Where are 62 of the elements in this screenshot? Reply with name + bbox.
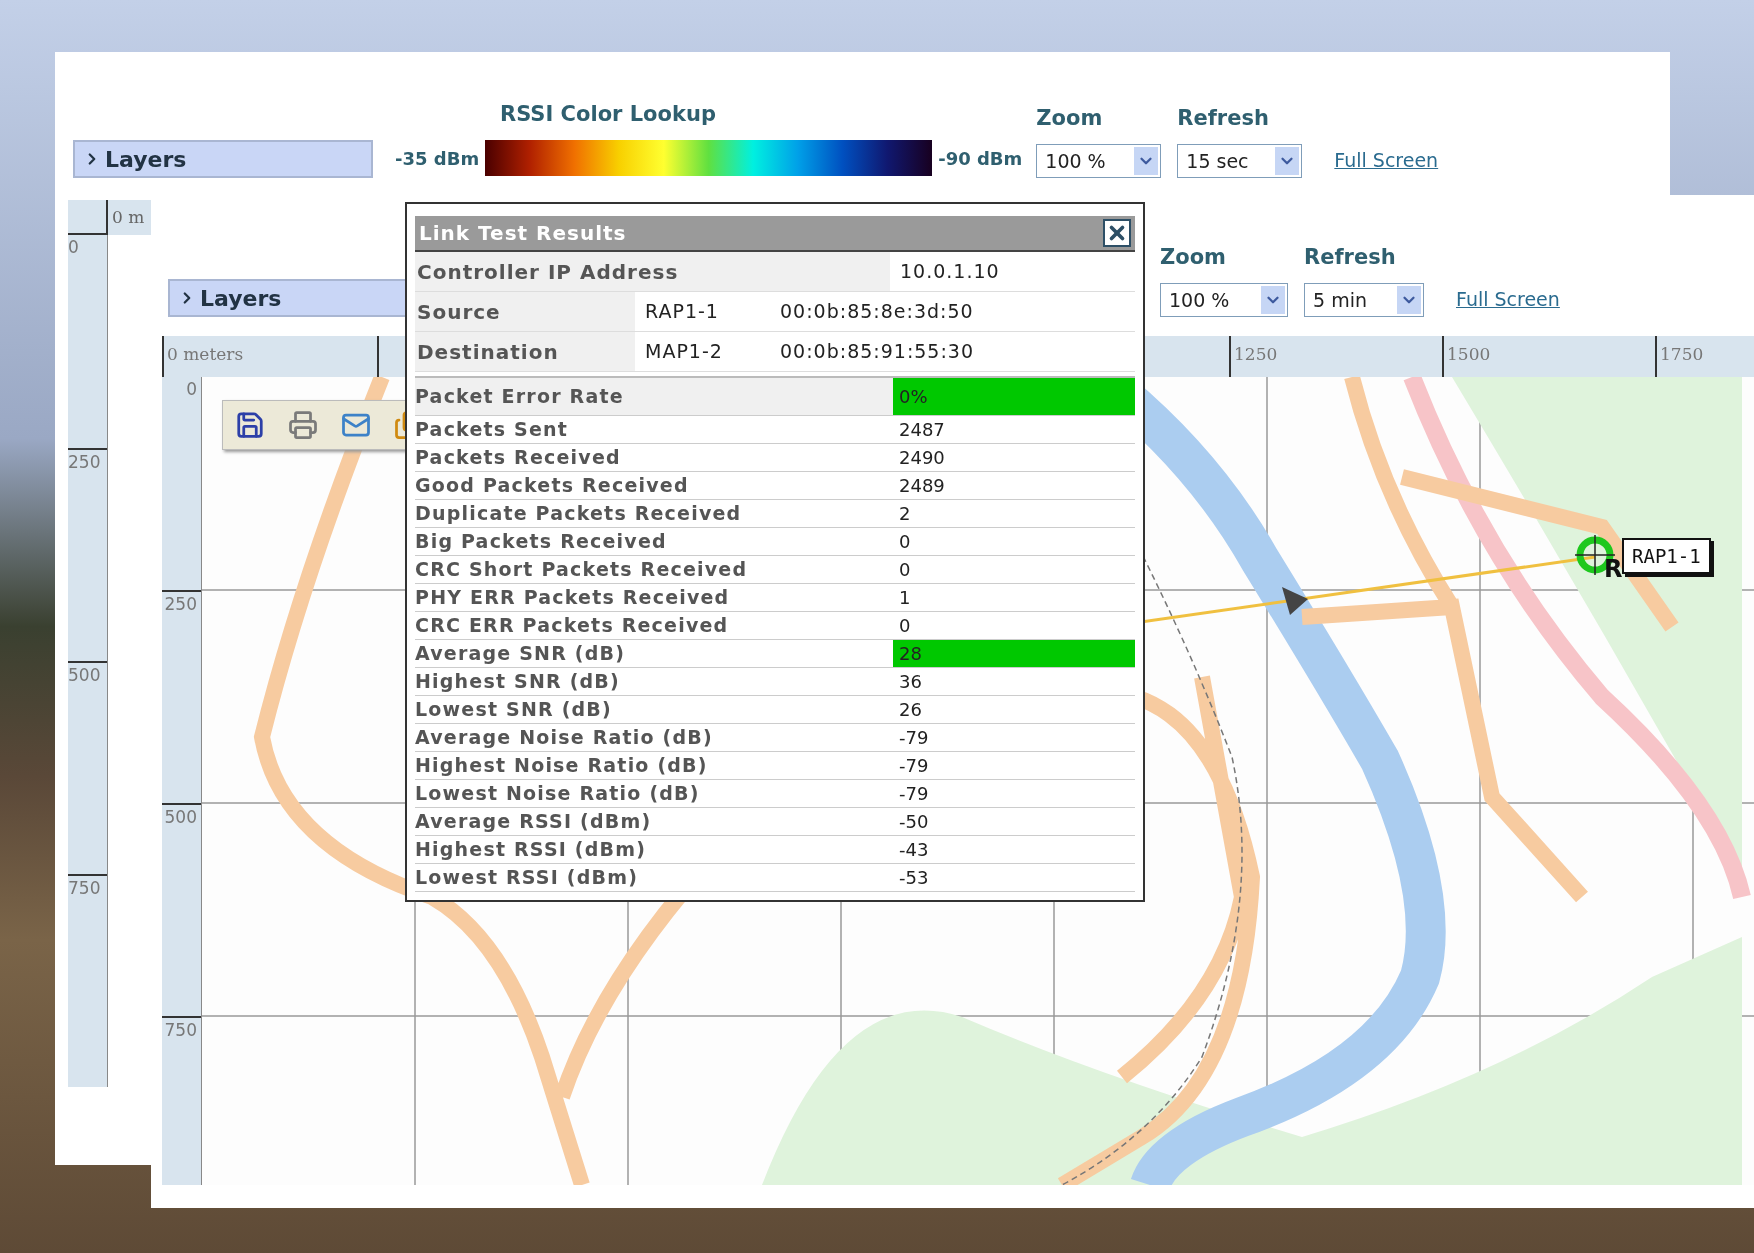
ruler-label: 250	[68, 452, 101, 472]
stat-label: PHY ERR Packets Received	[415, 585, 731, 610]
info-value: RAP1-1	[644, 299, 720, 325]
ruler-label: 1500	[1447, 344, 1491, 364]
refresh-label: Refresh	[1177, 104, 1270, 132]
info-value: 10.0.1.10	[899, 259, 1000, 285]
min-dbm-label: -35 dBm	[395, 146, 480, 171]
stat-label: Big Packets Received	[415, 529, 668, 554]
info-label: Controller IP Address	[415, 252, 890, 291]
stat-label: Lowest Noise Ratio (dB)	[415, 781, 701, 806]
stat-label: Average RSSI (dBm)	[415, 809, 653, 834]
direction-arrow-icon	[1282, 587, 1308, 615]
stat-label: CRC ERR Packets Received	[415, 613, 730, 638]
marker-letter: R	[1604, 557, 1623, 581]
refresh-label: Refresh	[1304, 243, 1397, 271]
stat-value: 0%	[893, 378, 1135, 415]
stat-label: Packets Received	[415, 445, 622, 470]
stat-value: 28	[893, 640, 1135, 667]
stat-label: Highest RSSI (dBm)	[415, 837, 648, 862]
ruler-label: 1750	[1660, 344, 1704, 364]
ruler-label: 1250	[1234, 344, 1278, 364]
ruler-label: 500	[164, 807, 197, 827]
info-value: 00:0b:85:91:55:30	[779, 339, 975, 365]
zoom-label: Zoom	[1036, 104, 1104, 132]
stat-label: Packets Sent	[415, 417, 570, 442]
stat-label: Good Packets Received	[415, 473, 690, 498]
info-value: 00:0b:85:8e:3d:50	[779, 299, 974, 325]
dropdown[interactable]: 5 min	[1304, 283, 1424, 317]
ruler-label: 250	[164, 594, 197, 614]
dropdown[interactable]: 100 %	[1160, 283, 1288, 317]
ruler-label: 750	[164, 1020, 197, 1040]
save-icon[interactable]	[234, 410, 265, 440]
ruler-label: 0	[186, 379, 197, 399]
ruler-label: 750	[68, 878, 101, 898]
layers-button[interactable]: Layers	[73, 140, 373, 178]
dialog-title: Link Test Results	[419, 220, 627, 247]
color-lookup-title: RSSI Color Lookup	[500, 100, 717, 128]
stat-label: Lowest RSSI (dBm)	[415, 865, 640, 890]
dropdown[interactable]: 15 sec	[1177, 144, 1303, 178]
print-icon[interactable]	[287, 410, 318, 440]
stat-label: Highest SNR (dB)	[415, 669, 621, 694]
info-value: MAP1-2	[644, 339, 724, 365]
info-label: Source	[415, 292, 635, 331]
zoom-label: Zoom	[1160, 243, 1227, 271]
stat-label: Packet Error Rate	[415, 384, 625, 409]
stat-label: Average Noise Ratio (dB)	[415, 725, 714, 750]
ruler-label: 0 m	[112, 205, 145, 229]
info-label: Destination	[415, 332, 635, 371]
stat-label: Highest Noise Ratio (dB)	[415, 753, 709, 778]
marker-label: RAP1-1	[1622, 538, 1711, 574]
ruler-label: 0 meters	[167, 344, 244, 364]
dropdown[interactable]: 100 %	[1036, 144, 1162, 178]
stat-label: CRC Short Packets Received	[415, 557, 749, 582]
ruler-label: 0	[68, 237, 79, 257]
stat-label: Duplicate Packets Received	[415, 501, 743, 526]
full-screen-link[interactable]: Full Screen	[1456, 284, 1560, 313]
full-screen-link[interactable]: Full Screen	[1334, 145, 1439, 174]
max-dbm-label: -90 dBm	[938, 146, 1023, 171]
stat-label: Lowest SNR (dB)	[415, 697, 613, 722]
stat-label: Average SNR (dB)	[415, 641, 627, 666]
ruler-label: 500	[68, 665, 101, 685]
close-button[interactable]	[1103, 219, 1131, 247]
